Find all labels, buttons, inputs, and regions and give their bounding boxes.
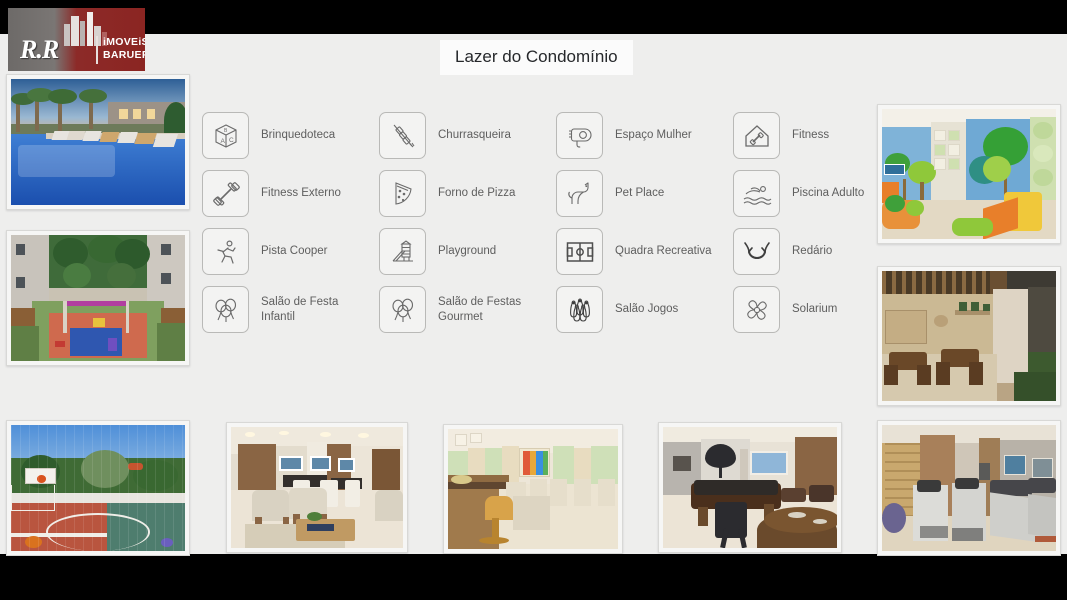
company-logo[interactable]: R.R iMOVEiS BARUERI (8, 8, 145, 71)
logo-tagline-line1: iMOVEiS (103, 36, 145, 48)
amenity-salao-festa-infantil[interactable]: Salão de Festa Infantil (202, 286, 369, 333)
amenity-churrasqueira[interactable]: Churrasqueira (379, 112, 511, 159)
playground-slide-icon (379, 228, 426, 275)
amenity-label: Pista Cooper (261, 245, 328, 257)
amenity-label: Fitness Externo (261, 187, 341, 199)
logo-initials: R.R (20, 35, 59, 64)
amenity-brinquedoteca[interactable]: A C B Brinquedoteca (202, 112, 335, 159)
letterbox-top (0, 0, 1067, 34)
amenity-piscina-adulto[interactable]: Piscina Adulto (733, 170, 864, 217)
amenity-quadra-recreativa[interactable]: Quadra Recreativa (556, 228, 712, 275)
amenity-label: Salão Jogos (615, 303, 679, 315)
amenity-solarium[interactable]: Solarium (733, 286, 837, 333)
slide-stage: R.R iMOVEiS BARUERI Lazer do Condomínio (0, 8, 1067, 556)
photo-kids-room[interactable] (877, 104, 1061, 244)
amenity-salao-jogos[interactable]: Salão Jogos (556, 286, 678, 333)
hammock-icon (733, 228, 780, 275)
photo-playground[interactable] (6, 230, 190, 366)
page-title: Lazer do Condomínio (455, 47, 618, 66)
balloons-icon (202, 286, 249, 333)
photo-pool-image (11, 79, 185, 205)
photo-gourmet-image (448, 429, 618, 549)
amenity-label: Solarium (792, 303, 838, 315)
photo-bbq-pergola[interactable] (877, 266, 1061, 406)
amenity-label: Pet Place (615, 187, 665, 199)
photo-bbq-pergola-image (882, 271, 1056, 401)
svg-text:C: C (229, 137, 234, 144)
swimmer-icon (733, 170, 780, 217)
logo-divider (96, 36, 98, 64)
svg-text:B: B (224, 128, 228, 134)
logo-tagline-line2: BARUERI (103, 49, 145, 61)
amenity-label: Quadra Recreativa (615, 245, 712, 257)
sports-court-icon (556, 228, 603, 275)
amenity-label: Salão de Festa Infantil (261, 295, 339, 323)
amenity-redario[interactable]: Redário (733, 228, 832, 275)
photo-gym[interactable] (877, 420, 1061, 556)
photo-lounge-image (231, 427, 403, 548)
slide-title-box: Lazer do Condomínio (440, 40, 633, 75)
dumbbell-icon (202, 170, 249, 217)
photo-gym-image (882, 425, 1056, 551)
svg-text:A: A (220, 138, 225, 145)
skewer-icon (379, 112, 426, 159)
toy-block-icon: A C B (202, 112, 249, 159)
hairdryer-icon (556, 112, 603, 159)
photo-playground-image (11, 235, 185, 361)
gym-house-icon (733, 112, 780, 159)
amenity-fitness-externo[interactable]: Fitness Externo (202, 170, 341, 217)
amenity-pet-place[interactable]: Pet Place (556, 170, 664, 217)
photo-gourmet[interactable] (443, 424, 623, 554)
amenity-fitness[interactable]: Fitness (733, 112, 829, 159)
amenity-label: Redário (792, 245, 833, 257)
bowling-pins-icon (556, 286, 603, 333)
amenity-label: Churrasqueira (438, 129, 511, 141)
amenity-label: Salão de Festas Gourmet (438, 295, 522, 323)
amenity-pista-cooper[interactable]: Pista Cooper (202, 228, 327, 275)
sun-flower-icon (733, 286, 780, 333)
amenity-label: Espaço Mulher (615, 129, 692, 141)
amenity-label: Forno de Pizza (438, 187, 516, 199)
amenity-label: Fitness (792, 129, 830, 141)
photo-games-room[interactable] (658, 422, 842, 553)
runner-icon (202, 228, 249, 275)
photo-pool[interactable] (6, 74, 190, 210)
photo-games-room-image (663, 427, 837, 548)
photo-sports-court[interactable] (6, 420, 190, 556)
amenity-espaco-mulher[interactable]: Espaço Mulher (556, 112, 692, 159)
dog-icon (556, 170, 603, 217)
photo-sports-court-image (11, 425, 185, 551)
logo-tagline: iMOVEiS BARUERI (103, 36, 145, 62)
amenity-salao-festas-gourmet[interactable]: Salão de Festas Gourmet (379, 286, 546, 333)
amenity-label: Piscina Adulto (792, 187, 865, 199)
pizza-slice-icon (379, 170, 426, 217)
presentation-window: R.R iMOVEiS BARUERI Lazer do Condomínio (0, 0, 1067, 600)
amenity-playground[interactable]: Playground (379, 228, 496, 275)
photo-lounge[interactable] (226, 422, 408, 553)
letterbox-bottom (0, 554, 1067, 600)
photo-kids-room-image (882, 109, 1056, 239)
amenity-label: Brinquedoteca (261, 129, 336, 141)
amenity-forno-de-pizza[interactable]: Forno de Pizza (379, 170, 515, 217)
amenity-label: Playground (438, 245, 497, 257)
balloons-icon (379, 286, 426, 333)
